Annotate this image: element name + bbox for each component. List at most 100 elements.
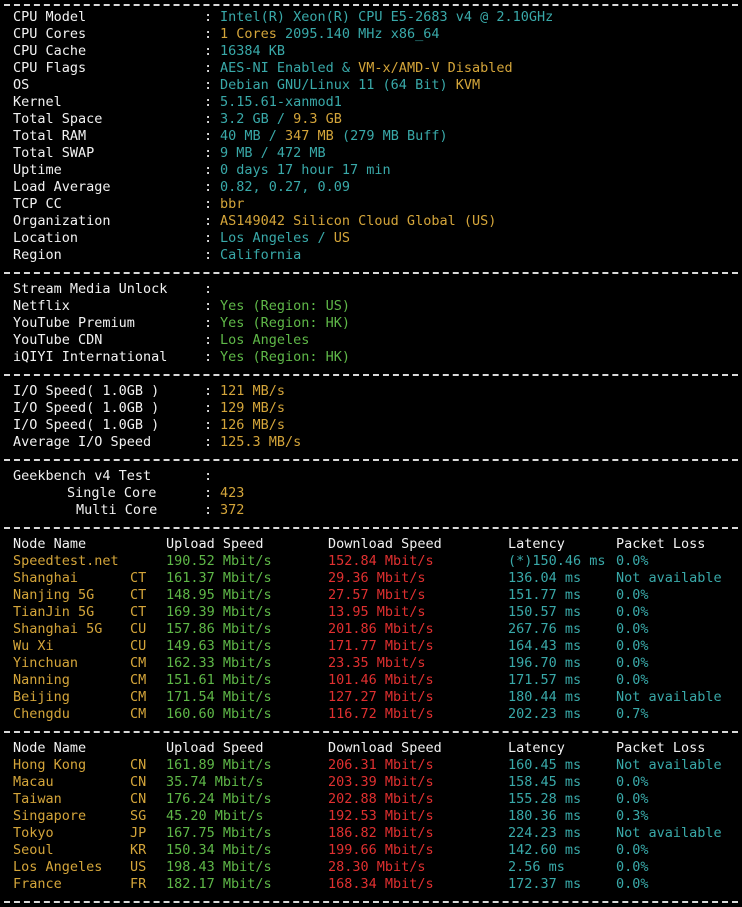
latency: 180.36 ms: [508, 808, 582, 824]
info-label: TCP CC: [13, 196, 62, 212]
info-value: 0 days 17 hour 17 min: [220, 162, 391, 178]
latency: 164.43 ms: [508, 638, 582, 654]
node-name: Taiwan: [13, 791, 62, 807]
packet-loss: 0.0%: [616, 604, 649, 620]
stream-media-row: YouTube Premium: Yes (Region: HK): [0, 315, 742, 332]
latency: 142.60 ms: [508, 842, 582, 858]
info-value: VM-x/AMD-V Disabled: [358, 60, 513, 76]
speed-table-row: Tokyo JP 167.75 Mbit/s 186.82 Mbit/s 224.23 …: [0, 825, 742, 842]
info-value: 40 MB /: [220, 128, 286, 144]
speed-table-header: Node Name Upload Speed Download Speed Laten…: [0, 740, 742, 757]
latency: 136.04 ms: [508, 570, 582, 586]
section-title: Geekbench v4 Test: [13, 468, 152, 484]
separator: :: [204, 349, 213, 365]
packet-loss: 0.7%: [616, 706, 649, 722]
separator: :: [204, 111, 213, 127]
download-speed: 203.39 Mbit/s: [328, 774, 434, 790]
info-label: Average I/O Speed: [13, 434, 152, 450]
column-header-latency: Latency: [508, 536, 565, 552]
node-name: Singapore: [13, 808, 87, 824]
packet-loss: 0.0%: [616, 621, 649, 637]
speed-table-row: Taiwan CN 176.24 Mbit/s 202.88 Mbit/s 155.28…: [0, 791, 742, 808]
packet-loss: 0.0%: [616, 553, 649, 569]
info-value: Debian GNU/Linux 11 (64 Bit): [220, 77, 456, 93]
separator: :: [204, 230, 213, 246]
info-label: Single Core: [67, 485, 157, 501]
info-value: Yes (Region: HK): [220, 349, 351, 365]
node-name: Yinchuan: [13, 655, 79, 671]
info-label: YouTube CDN: [13, 332, 103, 348]
info-value: 16384 KB: [220, 43, 286, 59]
speed-table-row: Wu Xi CU 149.63 Mbit/s 171.77 Mbit/s 164.43 …: [0, 638, 742, 655]
info-label: Total RAM: [13, 128, 87, 144]
section-title: Stream Media Unlock: [13, 281, 168, 297]
packet-loss: 0.0%: [616, 587, 649, 603]
info-label: Organization: [13, 213, 111, 229]
node-name: Tokyo: [13, 825, 54, 841]
latency: 160.45 ms: [508, 757, 582, 773]
packet-loss: 0.3%: [616, 808, 649, 824]
separator: :: [204, 247, 213, 263]
info-value: 1 Cores: [220, 26, 286, 42]
speed-table-row: Nanjing 5G CT 148.95 Mbit/s 27.57 Mbit/s 151…: [0, 587, 742, 604]
latency: (*)150.46 ms: [508, 553, 606, 569]
download-speed: 199.66 Mbit/s: [328, 842, 434, 858]
separator: :: [204, 145, 213, 161]
upload-speed: 35.74 Mbit/s: [166, 774, 264, 790]
info-value: 129 MB/s: [220, 400, 286, 416]
node-name: France: [13, 876, 62, 892]
separator: :: [204, 417, 213, 433]
io-speed-row: Average I/O Speed:125.3 MB/s: [0, 434, 742, 451]
separator: :: [204, 485, 213, 501]
info-label: Multi Core: [76, 502, 158, 518]
info-label: Uptime: [13, 162, 62, 178]
node-name: Chengdu: [13, 706, 70, 722]
node-isp: SG: [130, 808, 147, 824]
info-value: 423: [220, 485, 245, 501]
system-info-row: Load Average:0.82, 0.27, 0.09: [0, 179, 742, 196]
download-speed: 192.53 Mbit/s: [328, 808, 434, 824]
download-speed: 29.36 Mbit/s: [328, 570, 426, 586]
node-name: Seoul: [13, 842, 54, 858]
info-value: Yes (Region: HK): [220, 315, 351, 331]
info-label: Location: [13, 230, 79, 246]
node-isp: KR: [130, 842, 147, 858]
stream-media-row: Netflix: Yes (Region: US): [0, 298, 742, 315]
node-isp: CT: [130, 587, 147, 603]
system-info-row: Total SWAP:9 MB / 472 MB: [0, 145, 742, 162]
system-info-row: CPU Cache:16384 KB: [0, 43, 742, 60]
column-header-node: Node Name: [13, 536, 87, 552]
info-value: 126 MB/s: [220, 417, 286, 433]
divider-io: [4, 374, 738, 378]
latency: 151.77 ms: [508, 587, 582, 603]
system-info-row: CPU Flags: AES-NI Enabled & VM-x/AMD-V Di…: [0, 60, 742, 77]
node-name: Hong Kong: [13, 757, 87, 773]
latency: 180.44 ms: [508, 689, 582, 705]
node-name: Speedtest.net: [13, 553, 119, 569]
separator: :: [204, 9, 213, 25]
upload-speed: 198.43 Mbit/s: [166, 859, 272, 875]
geekbench-header: Geekbench v4 Test:: [0, 468, 742, 485]
speed-table-row: Shanghai 5G CU 157.86 Mbit/s 201.86 Mbit/s 2…: [0, 621, 742, 638]
column-header-upload: Upload Speed: [166, 740, 264, 756]
separator: :: [204, 502, 213, 518]
info-value: Yes (Region: US): [220, 298, 351, 314]
node-name: Los Angeles: [13, 859, 103, 875]
node-isp: CN: [130, 791, 147, 807]
info-value: KVM: [455, 77, 481, 93]
info-label: I/O Speed( 1.0GB ): [13, 417, 160, 433]
speed-table-row: TianJin 5G CT 169.39 Mbit/s 13.95 Mbit/s 150…: [0, 604, 742, 621]
info-label: Region: [13, 247, 62, 263]
terminal-window[interactable]: CPU Model: Intel(R) Xeon(R) CPU E5-2683 v…: [0, 0, 742, 907]
separator: :: [204, 315, 213, 331]
packet-loss: 0.0%: [616, 655, 649, 671]
download-speed: 202.88 Mbit/s: [328, 791, 434, 807]
io-speed-row: I/O Speed( 1.0GB ):121 MB/s: [0, 383, 742, 400]
download-speed: 13.95 Mbit/s: [328, 604, 426, 620]
info-label: CPU Flags: [13, 60, 87, 76]
latency: 155.28 ms: [508, 791, 582, 807]
packet-loss: Not available: [616, 825, 722, 841]
packet-loss: 0.0%: [616, 876, 649, 892]
upload-speed: 151.61 Mbit/s: [166, 672, 272, 688]
upload-speed: 45.20 Mbit/s: [166, 808, 264, 824]
